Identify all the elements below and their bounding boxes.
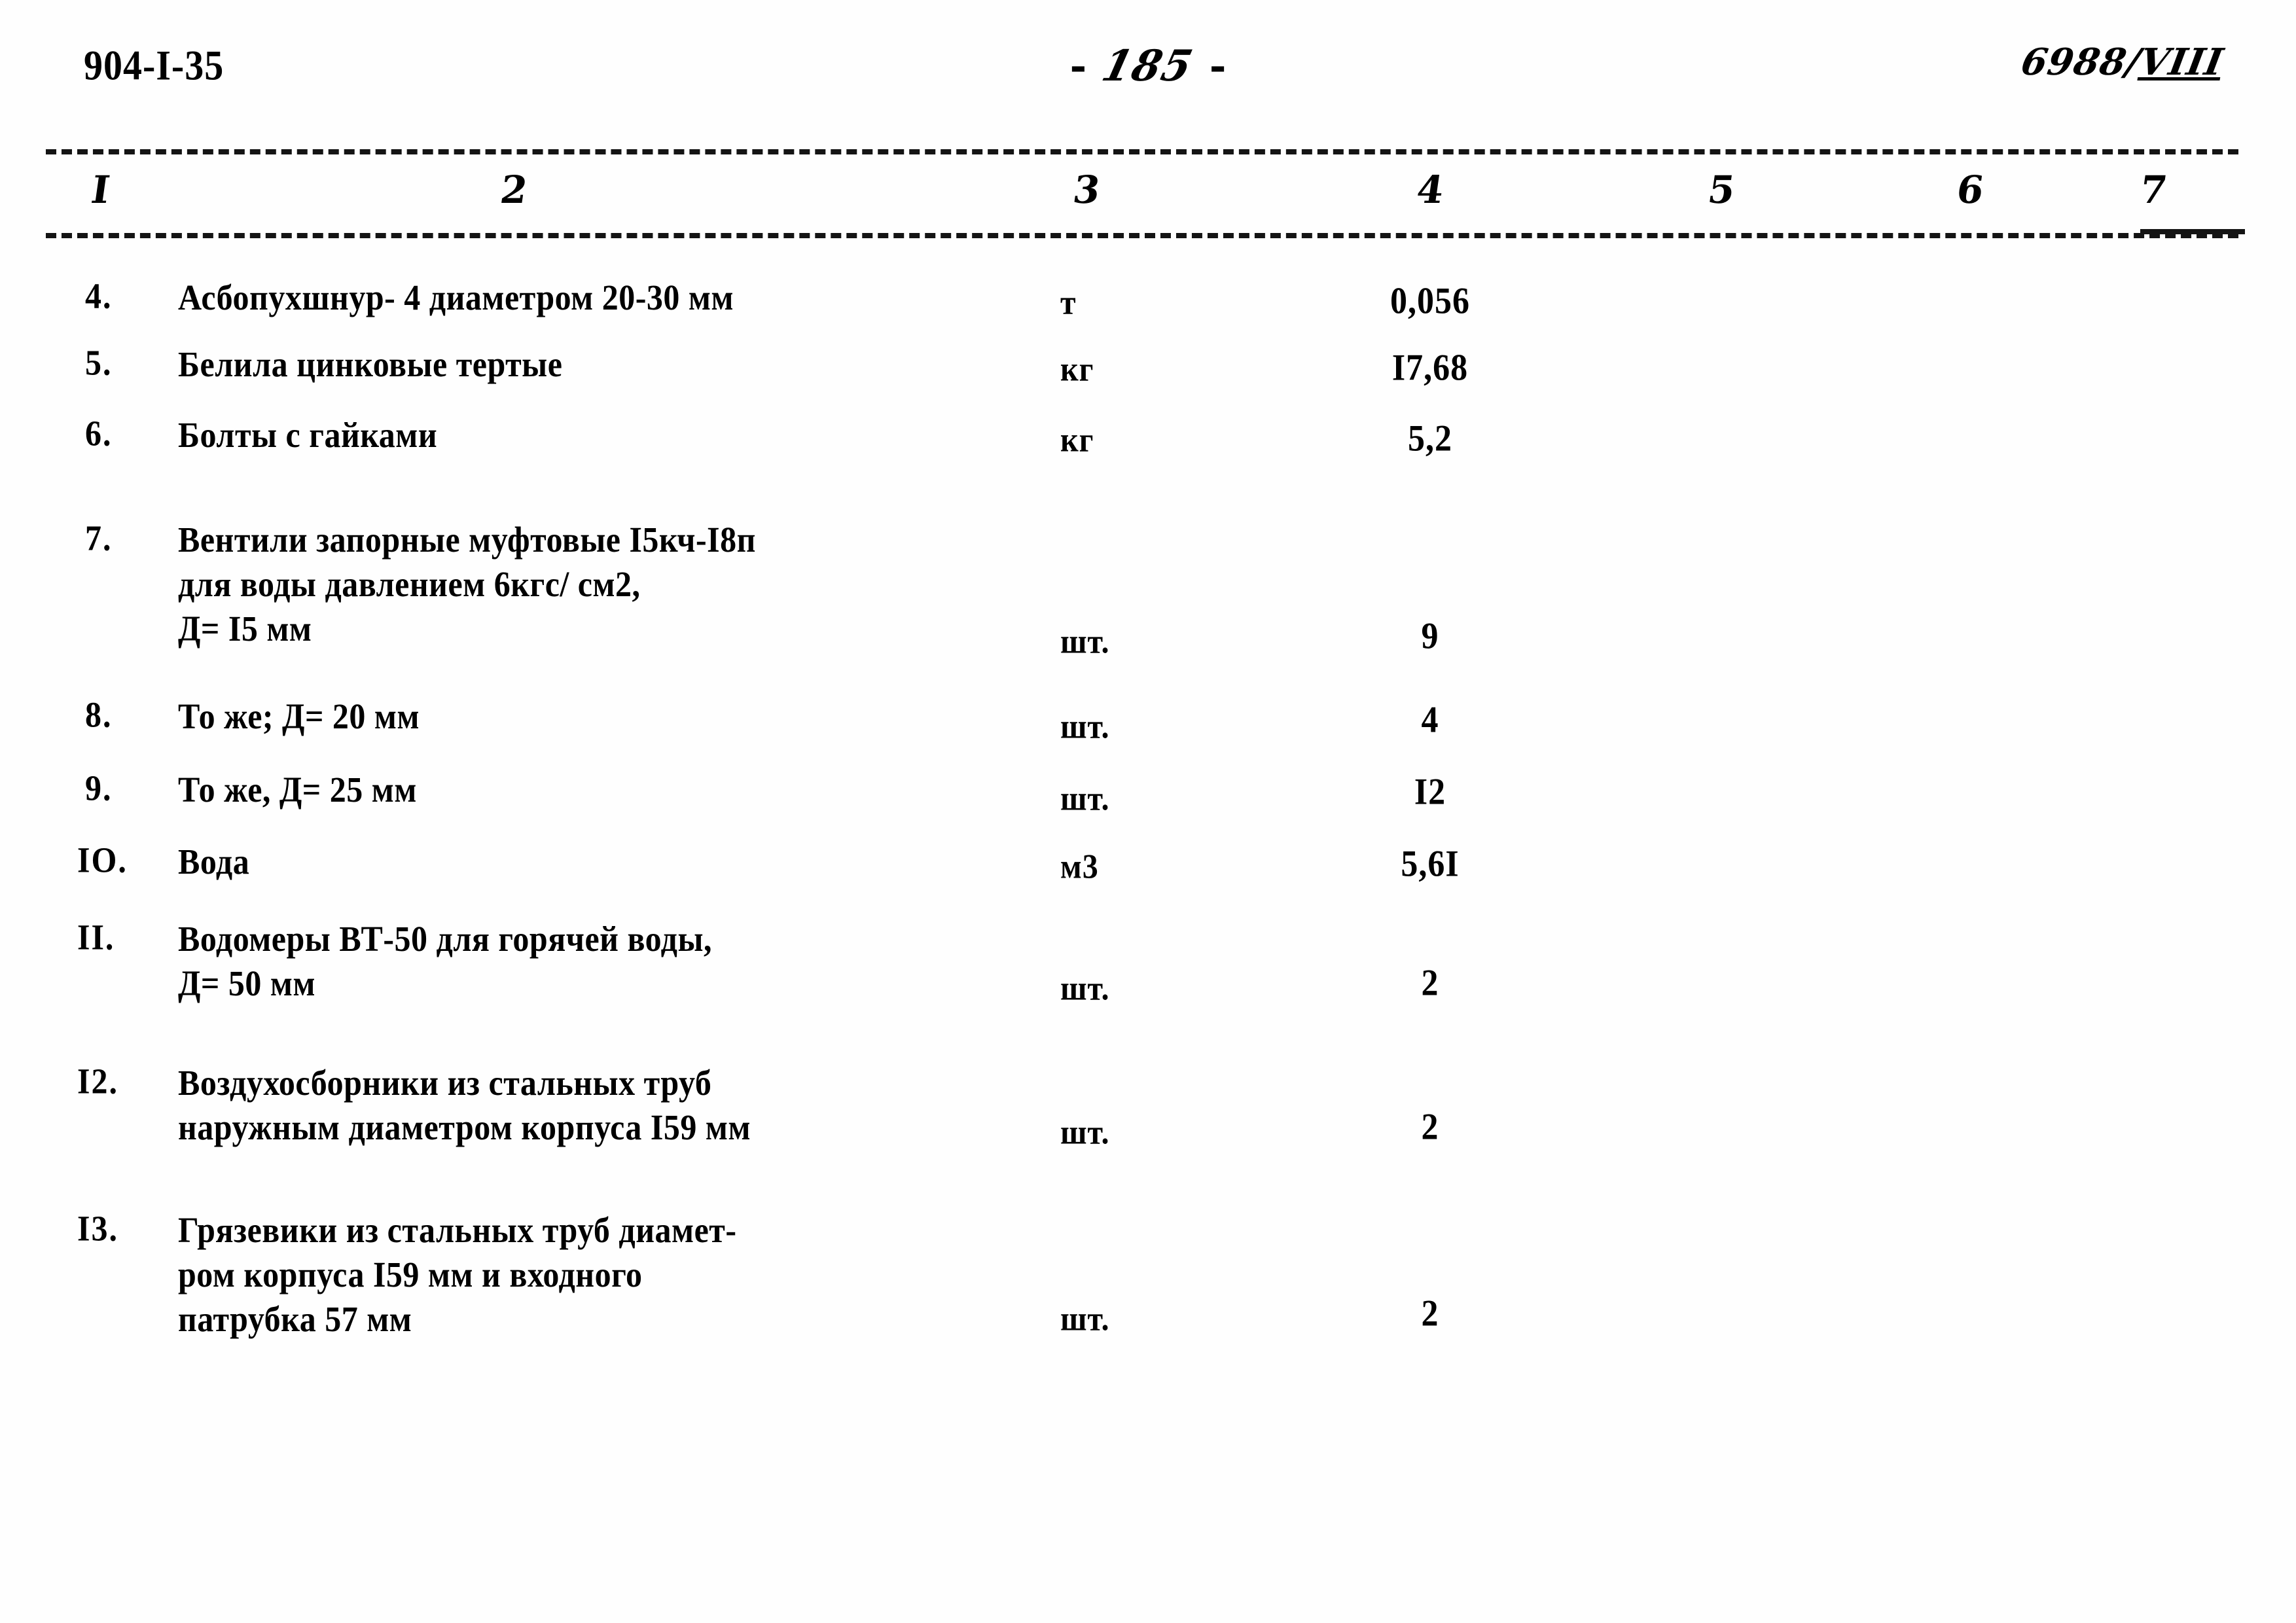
row-number: 5.: [85, 342, 113, 383]
row-description: Воздухосборники из стальных труб наружны…: [178, 1062, 751, 1148]
row-quantity: I2: [1414, 772, 1446, 813]
page-number-block: -185-: [0, 41, 2296, 91]
row-quantity: 2: [1421, 963, 1439, 1004]
table-header-dashed-rule: [46, 233, 2238, 238]
row-unit: кг: [1060, 350, 1094, 389]
page-number-dash-left: -: [1069, 42, 1087, 90]
row-description: То же, Д= 25 мм: [178, 769, 417, 810]
row-unit: шт.: [1060, 1300, 1110, 1338]
sheet-code-number: 6988/: [2017, 41, 2144, 84]
page-header: 904-I-35 -185- 6988/VIII: [0, 41, 2296, 113]
row-quantity: 2: [1421, 1293, 1439, 1334]
row-quantity: 9: [1421, 616, 1439, 657]
row-unit: шт.: [1060, 707, 1110, 746]
row-unit: м3: [1060, 847, 1099, 886]
row-quantity: 2: [1421, 1107, 1439, 1148]
row-quantity: 5,2: [1408, 418, 1452, 459]
column-header-3: 3: [1070, 168, 1103, 212]
page-number: 185: [1097, 41, 1199, 91]
row-description: Белила цинковые тертые: [178, 344, 563, 384]
row-number: II.: [77, 917, 115, 957]
row-unit: шт.: [1060, 969, 1110, 1008]
row-description: То же; Д= 20 мм: [178, 696, 420, 736]
row-number: 7.: [85, 518, 113, 558]
table-top-dashed-rule: [46, 149, 2238, 154]
row-unit: кг: [1060, 421, 1094, 459]
column-header-7: 7: [2137, 168, 2170, 212]
column-header-1: I: [88, 168, 113, 212]
row-description: Грязевики из стальных труб диамет- ром к…: [178, 1209, 737, 1340]
sheet-code: 6988/VIII: [2018, 41, 2227, 84]
sheet-code-roman: VIII: [2136, 41, 2227, 84]
column-header-2: 2: [497, 168, 531, 212]
column-header-6: 6: [1954, 168, 1987, 212]
row-number: 9.: [85, 768, 113, 808]
row-description: Болты с гайками: [178, 414, 438, 455]
row-description: Водомеры ВТ-50 для горячей воды, Д= 50 м…: [178, 918, 712, 1004]
row-number: 6.: [85, 413, 113, 454]
document-page: 904-I-35 -185- 6988/VIII I234567 4. Асбоп…: [0, 0, 2296, 1623]
row-description: Асбопухшнур- 4 диаметром 20-30 мм: [178, 277, 734, 317]
row-description: Вентили запорные муфтовые I5кч-I8п для в…: [178, 519, 756, 649]
column-header-5: 5: [1705, 168, 1738, 212]
row-quantity: 0,056: [1390, 281, 1470, 322]
page-number-dash-right: -: [1209, 42, 1227, 90]
row-unit: шт.: [1060, 622, 1110, 661]
row-number: I2.: [77, 1061, 118, 1101]
row-number: I3.: [77, 1208, 118, 1249]
row-quantity: 5,6I: [1401, 844, 1460, 885]
column-header-4: 4: [1414, 168, 1447, 212]
row-number: 4.: [85, 276, 113, 316]
row-number: IO.: [77, 840, 128, 880]
row-quantity: I7,68: [1391, 348, 1469, 389]
row-description: Вода: [178, 841, 250, 882]
row-unit: шт.: [1060, 1113, 1110, 1152]
row-unit: шт.: [1060, 779, 1110, 818]
table-column-header-row: I 2 3 4 5 6 7: [0, 168, 2296, 230]
row-unit: т: [1060, 283, 1077, 322]
row-number: 8.: [85, 694, 113, 735]
row-quantity: 4: [1421, 700, 1439, 741]
